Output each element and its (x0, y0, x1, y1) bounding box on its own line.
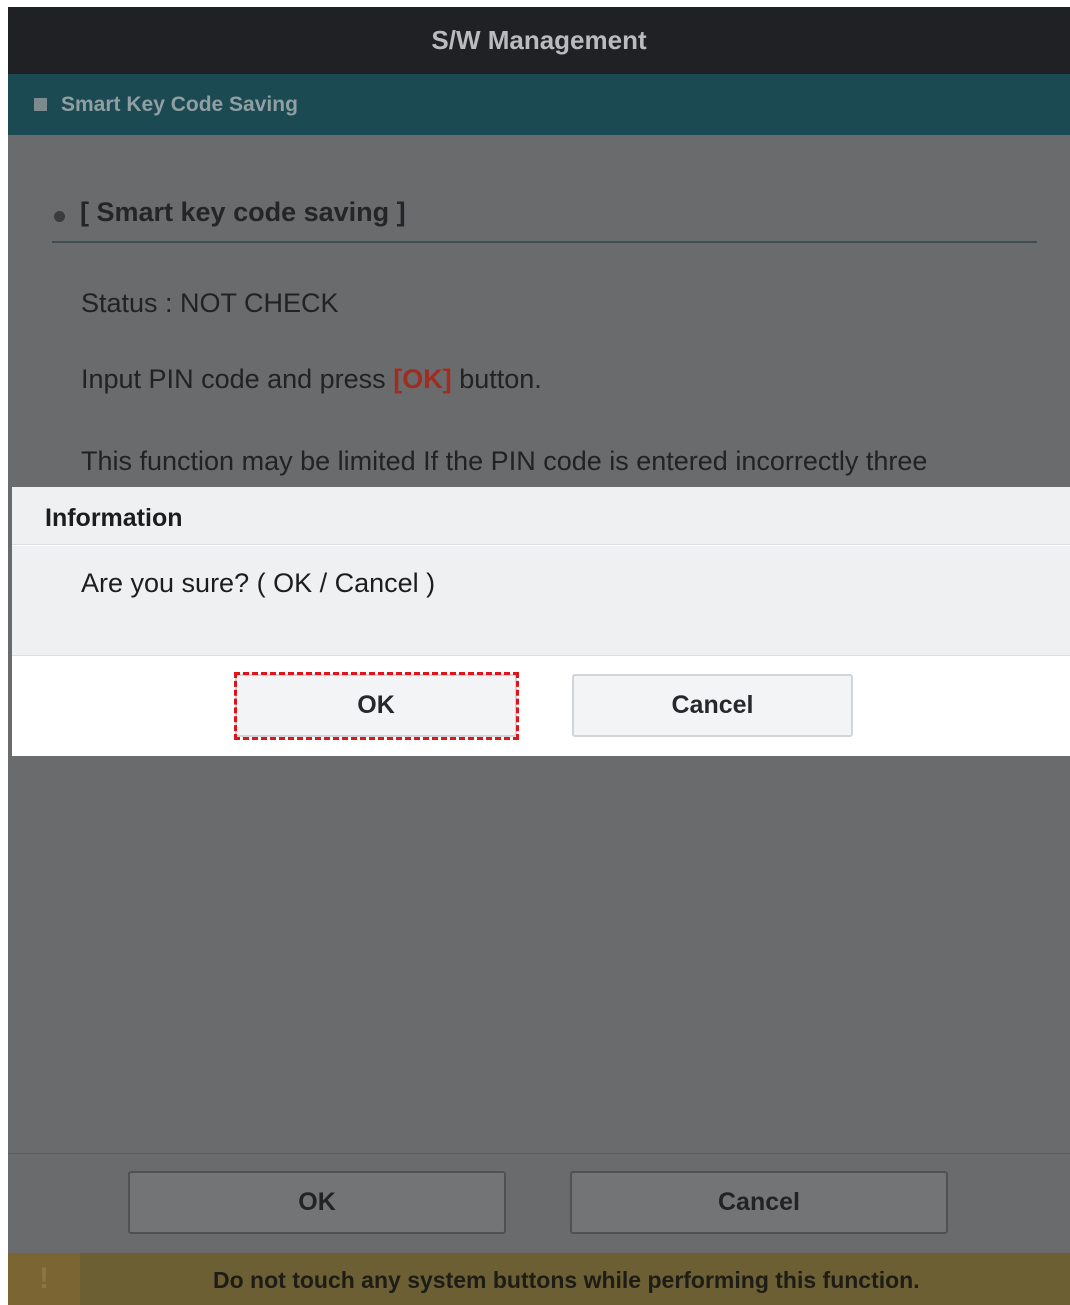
dialog-title: Information (12, 487, 1070, 545)
dialog-cancel-button[interactable]: Cancel (572, 674, 853, 737)
bottom-ok-button[interactable]: OK (128, 1171, 506, 1234)
warning-text: Do not touch any system buttons while pe… (213, 1267, 920, 1293)
heading-text: [ Smart key code saving ] (80, 197, 406, 227)
limit-warning-text: This function may be limited If the PIN … (81, 446, 928, 476)
bullet-dot-icon (54, 211, 65, 222)
content-heading: [ Smart key code saving ] (52, 195, 1037, 243)
instruction-text: Input PIN code and press [OK] button. (81, 364, 542, 395)
section-label: Smart Key Code Saving (61, 92, 298, 116)
square-icon (34, 98, 47, 111)
section-header: Smart Key Code Saving (8, 74, 1070, 135)
instruction-post: button. (459, 364, 542, 394)
instruction-pre: Input PIN code and press (81, 364, 386, 394)
title-bar: S/W Management (8, 7, 1070, 74)
dialog-ok-button[interactable]: OK (235, 674, 517, 737)
bottom-button-bar: OK Cancel (8, 1153, 1070, 1254)
ok-keyword: [OK] (393, 364, 452, 394)
warning-bar: ! Do not touch any system buttons while … (8, 1253, 1070, 1305)
status-text: Status : NOT CHECK (81, 288, 339, 318)
bottom-cancel-button[interactable]: Cancel (570, 1171, 948, 1234)
exclamation-icon: ! (8, 1253, 80, 1305)
window-title: S/W Management (431, 25, 647, 55)
dialog-message: Are you sure? ( OK / Cancel ) (12, 546, 1070, 656)
information-dialog: Information Are you sure? ( OK / Cancel … (12, 487, 1070, 756)
